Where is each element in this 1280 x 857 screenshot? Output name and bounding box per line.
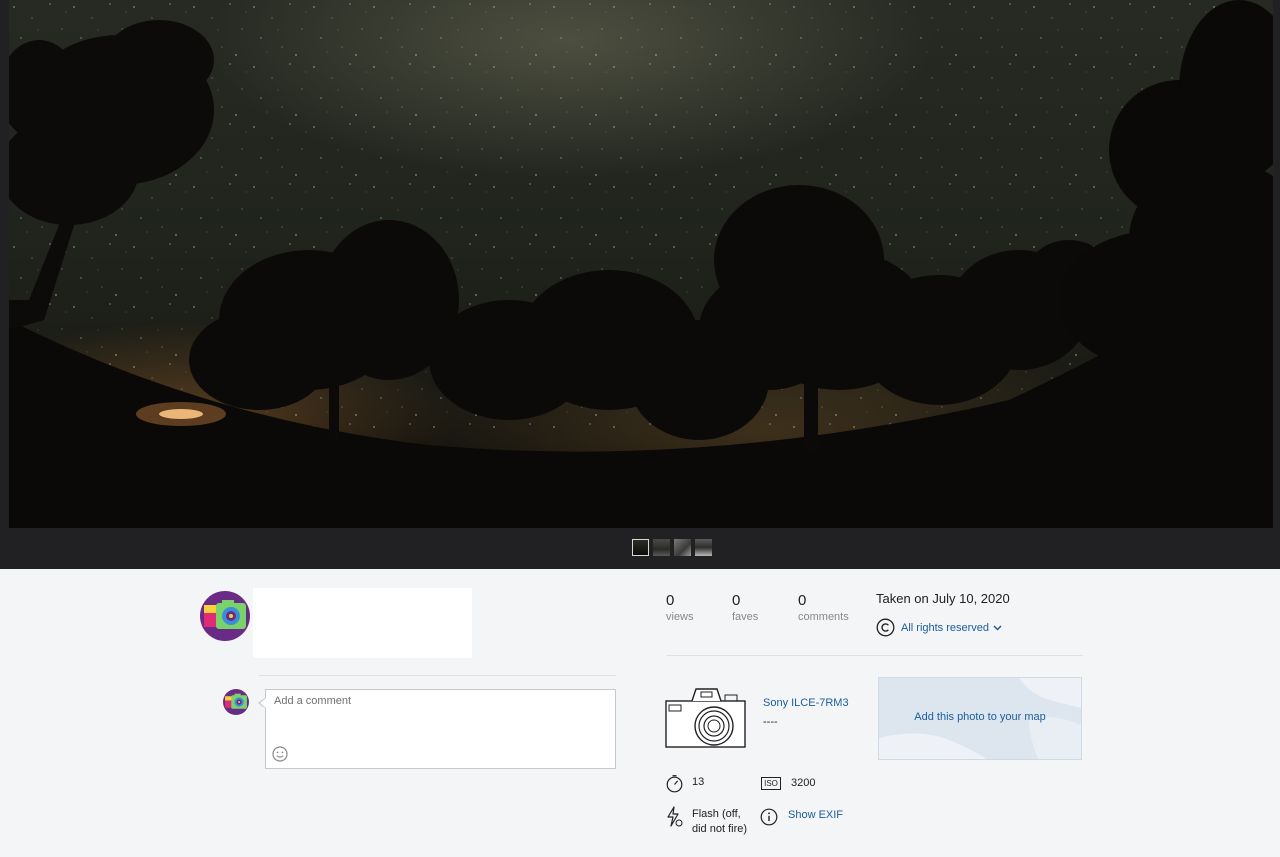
chevron-down-icon — [993, 624, 1002, 631]
date-taken: Taken on July 10, 2020 — [876, 591, 1010, 606]
thumbnail-4[interactable] — [695, 539, 712, 556]
add-to-map-card[interactable]: Add this photo to your map — [878, 677, 1082, 760]
comments-label: comments — [798, 611, 849, 623]
iso-value: 3200 — [791, 777, 816, 789]
night-sky-trees-image — [9, 0, 1273, 528]
faves-count: 0 — [732, 592, 741, 609]
camera-lens: ---- — [763, 716, 778, 728]
views-label: views — [666, 611, 694, 623]
shutter-speed-icon — [666, 775, 683, 793]
camera-model-link[interactable]: Sony ILCE-7RM3 — [763, 697, 849, 709]
iso-icon: ISO — [761, 777, 781, 790]
faves-stat: 0 faves — [732, 593, 758, 624]
emoji-picker-button[interactable] — [272, 746, 288, 762]
owner-name-box — [253, 588, 472, 658]
faves-label: faves — [732, 611, 759, 623]
comments-count: 0 — [798, 592, 807, 609]
flash-value: Flash (off, did not fire) — [692, 808, 748, 835]
flash-off-icon — [667, 806, 683, 827]
copyright-icon — [876, 618, 895, 637]
camera-icon — [665, 688, 746, 748]
divider — [259, 675, 616, 676]
camera-image[interactable] — [665, 687, 747, 754]
info-icon — [760, 808, 778, 826]
comment-pointer-fill — [260, 698, 266, 708]
shutter-value: 13 — [692, 776, 705, 788]
thumbnail-2[interactable] — [653, 539, 670, 556]
license-label: All rights reserved — [901, 621, 990, 634]
comments-stat: 0 comments — [798, 593, 849, 624]
camera-logo-icon — [204, 600, 246, 629]
license-dropdown[interactable]: All rights reserved — [876, 618, 1002, 637]
thumbnail-1[interactable] — [632, 539, 649, 556]
show-exif-link[interactable]: Show EXIF — [788, 809, 843, 821]
views-stat: 0 views — [666, 593, 694, 624]
comment-input[interactable] — [266, 690, 615, 768]
main-photo[interactable] — [9, 0, 1273, 528]
photo-viewer — [0, 0, 1280, 569]
smiley-icon — [272, 746, 288, 762]
add-to-map-label: Add this photo to your map — [914, 711, 1046, 723]
thumbnail-strip — [632, 539, 712, 556]
owner-avatar[interactable] — [200, 591, 250, 641]
comment-box — [265, 689, 616, 769]
thumbnail-3[interactable] — [674, 539, 691, 556]
views-count: 0 — [666, 592, 675, 609]
divider — [666, 655, 1083, 656]
current-user-avatar[interactable] — [223, 689, 249, 715]
camera-logo-icon — [225, 693, 247, 709]
